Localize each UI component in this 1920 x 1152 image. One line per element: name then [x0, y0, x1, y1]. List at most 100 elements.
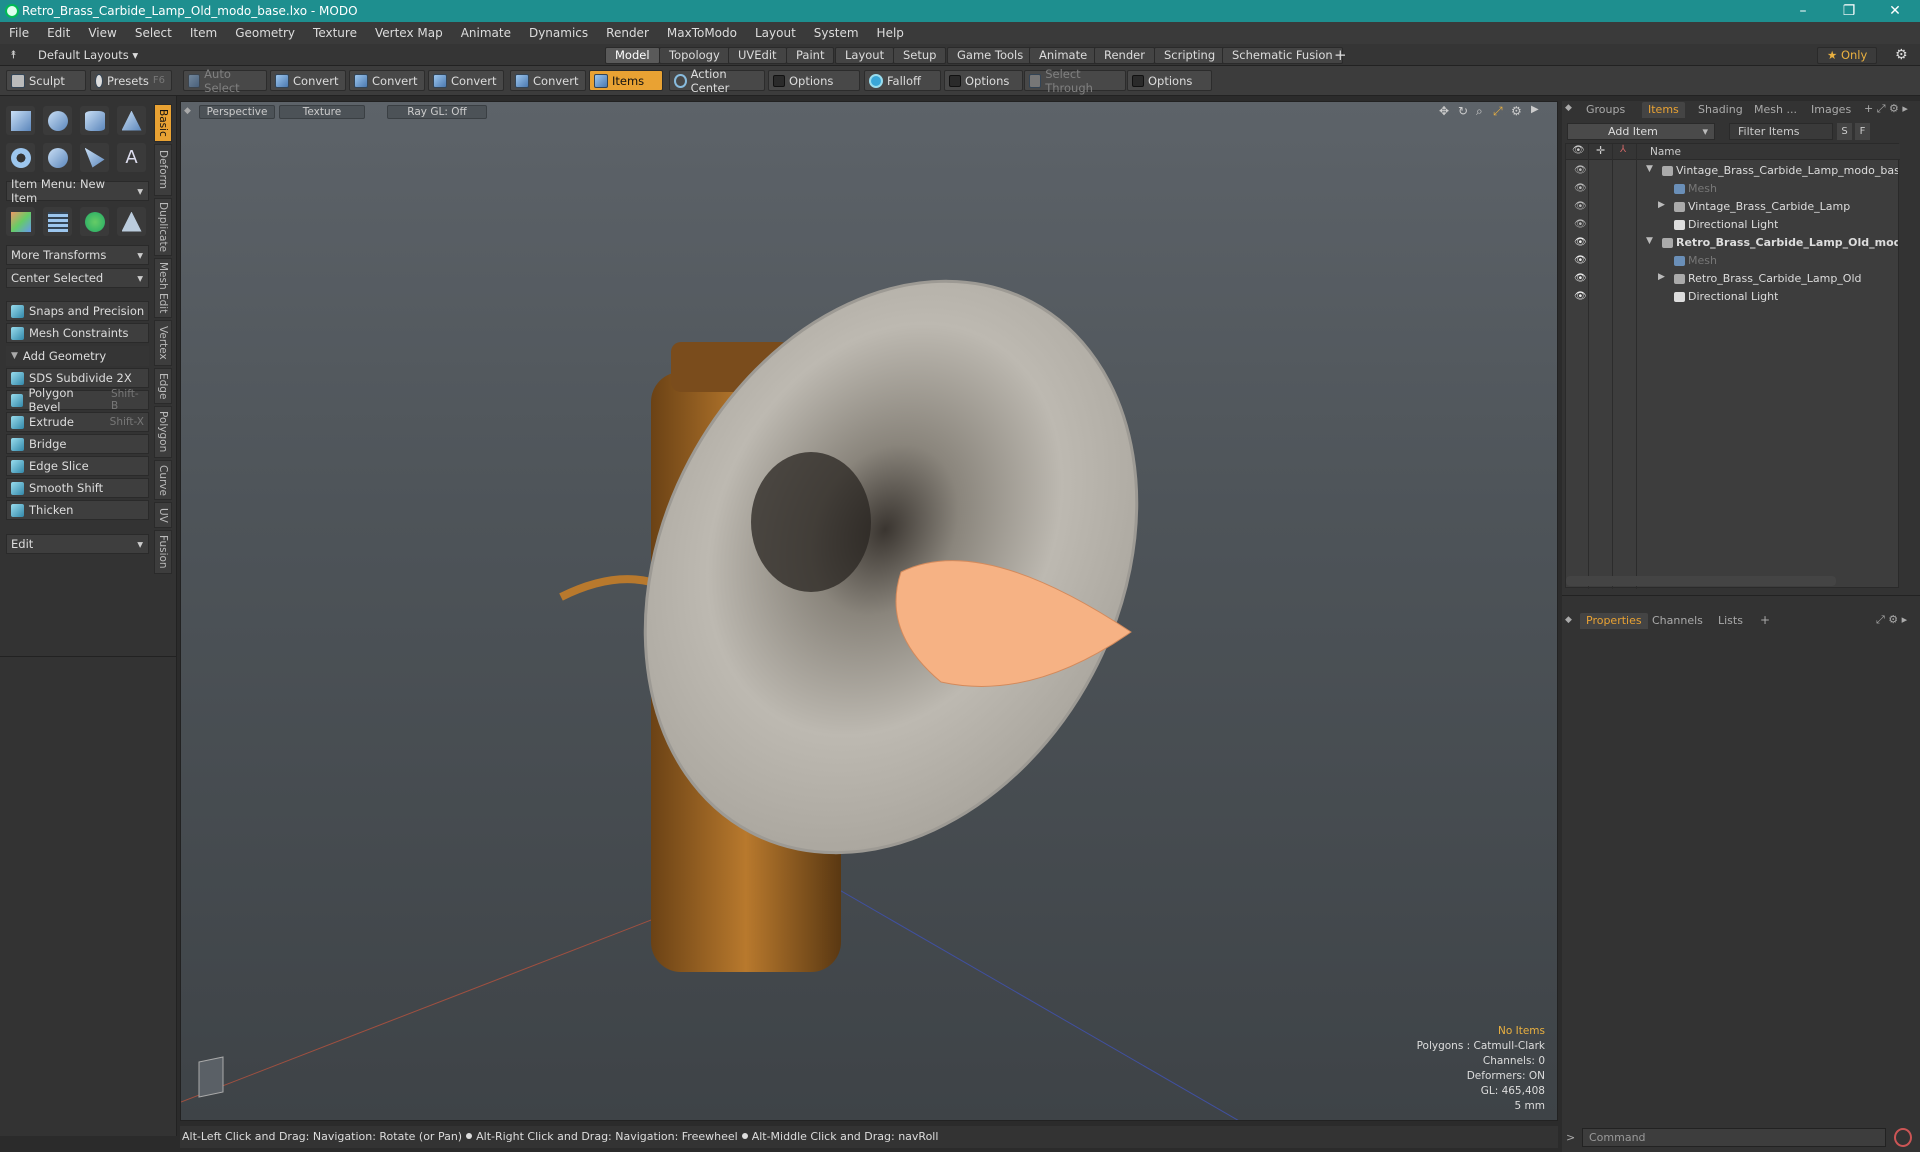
menu-texture[interactable]: Texture — [304, 22, 366, 44]
collapse-icon[interactable]: ⯭ — [10, 48, 17, 62]
tab-setup[interactable]: Setup — [893, 47, 947, 64]
menu-geometry[interactable]: Geometry — [226, 22, 304, 44]
convert-materials-button[interactable]: Convert — [510, 70, 586, 91]
tab-deform[interactable]: Deform — [154, 144, 172, 196]
record-macro-icon[interactable] — [1894, 1128, 1912, 1147]
visibility-eye-icon[interactable]: 👁 — [1574, 201, 1587, 212]
polygon-bevel-button[interactable]: Polygon Bevel Shift-B — [6, 386, 149, 414]
menu-dynamics[interactable]: Dynamics — [520, 22, 597, 44]
convert-vertices-button[interactable]: Convert — [270, 70, 346, 91]
visibility-eye-icon[interactable]: 👁 — [1574, 165, 1587, 176]
tab-shading[interactable]: Shading — [1692, 102, 1749, 118]
auto-select-button[interactable]: Auto Select — [183, 67, 267, 95]
grid-tool-icon[interactable] — [43, 207, 72, 236]
tree-row-mesh-2[interactable]: 👁 Mesh — [1566, 252, 1900, 270]
sphere-primitive-icon[interactable] — [43, 106, 72, 135]
select-through-options-button[interactable]: Options — [1127, 70, 1212, 91]
tab-vertex[interactable]: Vertex — [154, 320, 172, 366]
tab-edge[interactable]: Edge — [154, 368, 172, 404]
menu-render[interactable]: Render — [597, 22, 658, 44]
expand-arrow-icon[interactable]: ▶ — [1658, 200, 1665, 210]
tab-render[interactable]: Render — [1094, 47, 1155, 64]
snaps-precision-button[interactable]: Snaps and Precision — [6, 301, 149, 321]
visibility-eye-icon[interactable]: 👁 — [1574, 255, 1587, 266]
bridge-button[interactable]: Bridge — [6, 434, 149, 454]
presets-button[interactable]: Presets F6 — [90, 70, 172, 91]
only-toggle[interactable]: ★ Only — [1817, 47, 1878, 64]
tab-schematic-fusion[interactable]: Schematic Fusion — [1222, 47, 1343, 64]
tab-polygon[interactable]: Polygon — [154, 406, 172, 458]
menu-system[interactable]: System — [805, 22, 868, 44]
visibility-column-icon[interactable]: 👁 — [1572, 145, 1585, 156]
menu-help[interactable]: Help — [868, 22, 913, 44]
cylinder-primitive-icon[interactable] — [80, 106, 109, 135]
convert-polygons-button[interactable]: Convert — [428, 70, 504, 91]
add-tab-icon[interactable]: + — [1760, 613, 1770, 627]
extrude-button[interactable]: Extrude Shift-X — [6, 412, 149, 432]
thicken-button[interactable]: Thicken — [6, 500, 149, 520]
move-tool-icon[interactable] — [6, 207, 35, 236]
more-transforms-dropdown[interactable]: More Transforms — [6, 245, 149, 265]
convert-edges-button[interactable]: Convert — [349, 70, 425, 91]
tab-topology[interactable]: Topology — [659, 47, 730, 64]
menu-file[interactable]: File — [0, 22, 38, 44]
close-button[interactable]: ✕ — [1872, 0, 1918, 22]
menu-view[interactable]: View — [79, 22, 125, 44]
action-center-options-button[interactable]: Options — [768, 70, 860, 91]
tab-curve[interactable]: Curve — [154, 460, 172, 500]
expand-arrow-icon[interactable]: ▼ — [1646, 236, 1653, 246]
expand-arrow-icon[interactable]: ▶ — [1658, 272, 1665, 282]
tab-channels[interactable]: Channels — [1646, 613, 1709, 629]
tree-row-mesh-1[interactable]: 👁 Mesh — [1566, 180, 1900, 198]
tab-images[interactable]: Images — [1805, 102, 1857, 118]
tree-horizontal-scrollbar[interactable] — [1566, 576, 1836, 586]
pen-tool-icon[interactable] — [80, 143, 109, 172]
maximize-button[interactable]: ❐ — [1826, 0, 1872, 22]
falloff-button[interactable]: Falloff — [864, 70, 941, 91]
render-column-icon[interactable]: ⅄ — [1620, 144, 1626, 155]
menu-item[interactable]: Item — [181, 22, 226, 44]
menu-select[interactable]: Select — [126, 22, 181, 44]
visibility-eye-icon[interactable]: 👁 — [1574, 273, 1587, 284]
tab-properties[interactable]: Properties — [1580, 613, 1648, 629]
tab-scripting[interactable]: Scripting — [1154, 47, 1226, 64]
command-input[interactable]: Command — [1582, 1128, 1886, 1147]
visibility-eye-icon[interactable]: 👁 — [1574, 291, 1587, 302]
capsule-primitive-icon[interactable] — [43, 143, 72, 172]
rotate-tool-icon[interactable] — [80, 207, 109, 236]
cone-primitive-icon[interactable] — [117, 106, 146, 135]
filter-f-toggle[interactable]: F — [1855, 123, 1870, 140]
text-tool-icon[interactable]: A — [117, 143, 146, 172]
menu-animate[interactable]: Animate — [452, 22, 520, 44]
select-through-button[interactable]: Select Through — [1024, 67, 1126, 95]
tab-basic[interactable]: Basic — [154, 104, 172, 142]
add-geometry-header[interactable]: ▼ Add Geometry — [6, 346, 149, 366]
default-layouts-dropdown[interactable]: Default Layouts ▾ — [38, 48, 138, 62]
add-tab-icon[interactable]: + — [1334, 46, 1347, 64]
visibility-eye-icon[interactable]: 👁 — [1574, 237, 1587, 248]
tree-row-retro-lamp[interactable]: 👁 ▶ Retro_Brass_Carbide_Lamp_Old — [1566, 270, 1900, 288]
tab-paint[interactable]: Paint — [786, 47, 835, 64]
sds-subdivide-button[interactable]: SDS Subdivide 2X — [6, 368, 149, 388]
menu-layout[interactable]: Layout — [746, 22, 805, 44]
minimize-button[interactable]: – — [1780, 0, 1826, 22]
visibility-eye-icon[interactable]: 👁 — [1574, 219, 1587, 230]
scale-tool-icon[interactable] — [117, 207, 146, 236]
add-item-button[interactable]: Add Item ▾ — [1567, 123, 1715, 140]
item-menu-dropdown[interactable]: Item Menu: New Item — [6, 177, 149, 205]
smooth-shift-button[interactable]: Smooth Shift — [6, 478, 149, 498]
falloff-options-button[interactable]: Options — [944, 70, 1023, 91]
tree-row-scene-vintage[interactable]: 👁 ▼ Vintage_Brass_Carbide_Lamp_modo_base… — [1566, 162, 1900, 180]
properties-controls-icon[interactable]: ⤢ ⚙ ▸ — [1876, 613, 1907, 627]
lock-column-icon[interactable]: ✛ — [1596, 144, 1605, 157]
properties-menu-icon[interactable]: ◆ — [1565, 615, 1572, 625]
action-center-button[interactable]: Action Center — [669, 67, 765, 95]
cube-primitive-icon[interactable] — [6, 106, 35, 135]
tree-row-scene-retro[interactable]: 👁 ▼ Retro_Brass_Carbide_Lamp_Old_modo_ba… — [1566, 234, 1900, 252]
3d-viewport[interactable]: ◆ Perspective Texture Ray GL: Off ✥ ↻ ⌕ … — [180, 101, 1558, 1121]
tab-layout[interactable]: Layout — [835, 47, 895, 64]
torus-primitive-icon[interactable] — [6, 143, 35, 172]
tab-model[interactable]: Model — [605, 47, 660, 64]
mesh-constraints-button[interactable]: Mesh Constraints — [6, 323, 149, 343]
tree-row-vintage-lamp[interactable]: 👁 ▶ Vintage_Brass_Carbide_Lamp — [1566, 198, 1900, 216]
